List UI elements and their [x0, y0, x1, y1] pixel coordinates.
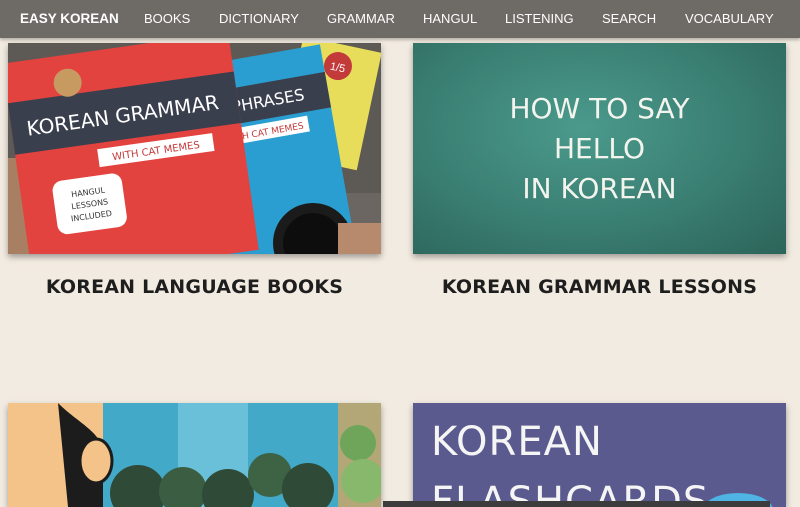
chalk-line-1: HOW TO SAY	[509, 92, 690, 125]
books-card-image[interactable]: 1/5 EAN PHRASES WITH CAT MEMES KOREAN GR…	[8, 43, 381, 254]
books-card-title[interactable]: KOREAN LANGUAGE BOOKS	[8, 276, 381, 298]
nav-search[interactable]: SEARCH	[602, 11, 656, 26]
hello-card-image[interactable]: HOW TO SAY HELLO IN KOREAN	[413, 43, 786, 254]
nav-books[interactable]: BOOKS	[144, 11, 190, 26]
bottom-divider	[383, 501, 770, 507]
flashcards-line-1: KOREAN	[431, 419, 603, 465]
top-navbar: EASY KOREAN BOOKS DICTIONARY GRAMMAR HAN…	[0, 0, 800, 38]
nav-dictionary[interactable]: DICTIONARY	[219, 11, 299, 26]
brand-link[interactable]: EASY KOREAN	[20, 11, 119, 26]
books-photo: 1/5 EAN PHRASES WITH CAT MEMES KOREAN GR…	[8, 43, 381, 254]
nav-listening[interactable]: LISTENING	[505, 11, 574, 26]
nav-vocabulary[interactable]: VOCABULARY	[685, 11, 774, 26]
chalk-line-2: HELLO	[554, 132, 645, 165]
grammar-card-title[interactable]: KOREAN GRAMMAR LESSONS	[413, 276, 786, 298]
nav-hangul[interactable]: HANGUL	[423, 11, 477, 26]
flashcards-card-image[interactable]: KOREAN FLASHCARDS	[413, 403, 786, 507]
nav-grammar[interactable]: GRAMMAR	[327, 11, 395, 26]
cartoon-card-image[interactable]	[8, 403, 381, 507]
cartoon-illustration	[8, 403, 381, 507]
chalk-line-3: IN KOREAN	[522, 172, 677, 205]
